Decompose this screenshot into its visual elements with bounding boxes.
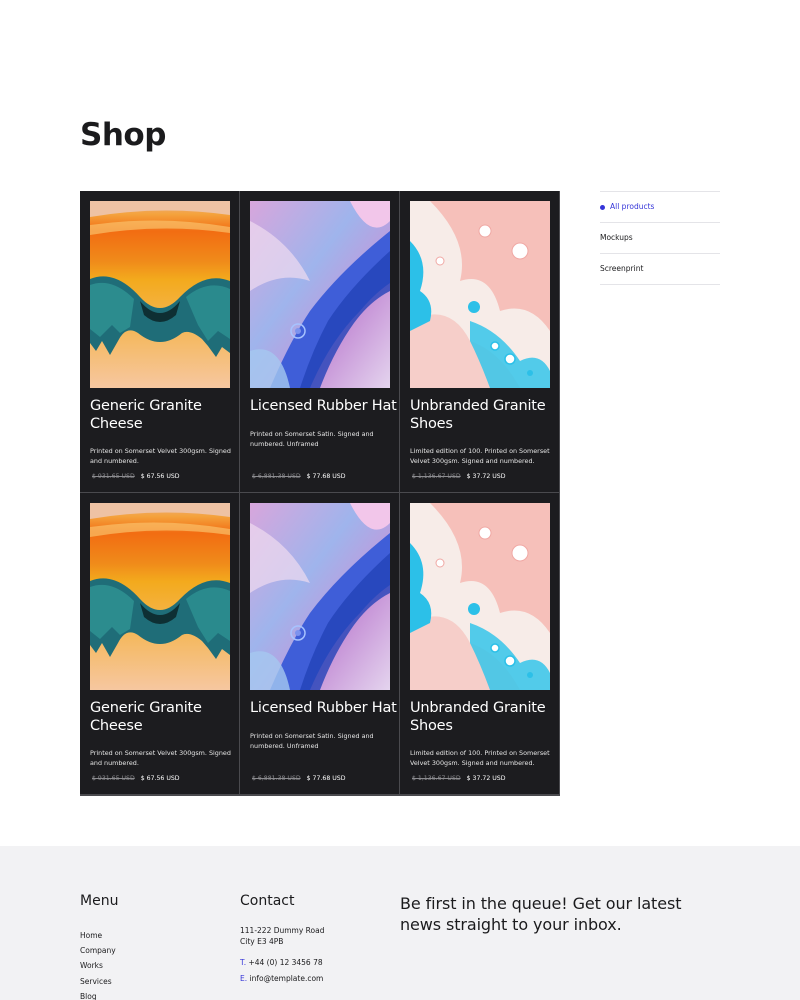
product-image-pink-cyan[interactable]: [410, 503, 550, 690]
category-mockups[interactable]: Mockups: [600, 223, 720, 254]
email-address[interactable]: info@template.com: [250, 974, 324, 983]
category-label: Mockups: [600, 233, 633, 242]
address-line-1: 111-222 Dummy Road: [240, 926, 325, 935]
product-image-orange-teal[interactable]: [90, 201, 230, 388]
sale-price: $ 67.56 USD: [140, 473, 180, 480]
product-description: Printed on Somerset Satin. Signed and nu…: [250, 430, 374, 448]
footer-link-works[interactable]: Works: [80, 958, 116, 973]
product-card[interactable]: Unbranded Granite Shoes Limited edition …: [400, 191, 559, 492]
original-price: $ 1,136.67 USD: [412, 473, 461, 480]
product-title[interactable]: Licensed Rubber Hat: [250, 700, 398, 718]
sale-price: $ 77.68 USD: [306, 775, 346, 782]
address-line-2: City E3 4PB: [240, 936, 284, 946]
product-prices: $ 6,881.38 USD $ 77.68 USD: [250, 472, 345, 481]
product-title[interactable]: Licensed Rubber Hat: [250, 398, 398, 416]
contact-address: 111-222 Dummy Road City E3 4PB: [240, 926, 325, 947]
site-footer: Menu Home Company Works Services Blog Co…: [0, 846, 800, 1000]
contact-email[interactable]: E. info@template.com: [240, 974, 323, 985]
product-title[interactable]: Unbranded Granite Shoes: [410, 398, 558, 433]
product-prices: $ 931.65 USD $ 67.56 USD: [90, 774, 180, 783]
product-description: Printed on Somerset Velvet 300gsm. Signe…: [90, 749, 231, 767]
product-prices: $ 1,136.67 USD $ 37.72 USD: [410, 774, 505, 783]
original-price: $ 931.65 USD: [92, 775, 135, 782]
sale-price: $ 77.68 USD: [306, 473, 346, 480]
phone-number[interactable]: +44 (0) 12 3456 78: [248, 958, 322, 967]
footer-menu-heading: Menu: [80, 893, 119, 909]
product-image-pink-cyan[interactable]: [410, 201, 550, 388]
category-label: All products: [610, 202, 655, 211]
footer-link-home[interactable]: Home: [80, 928, 116, 943]
product-card[interactable]: Licensed Rubber Hat Printed on Somerset …: [240, 493, 399, 794]
footer-link-company[interactable]: Company: [80, 943, 116, 958]
footer-contact-heading: Contact: [240, 893, 295, 909]
footer-link-blog[interactable]: Blog: [80, 989, 116, 1000]
product-description: Limited edition of 100. Printed on Somer…: [410, 447, 550, 465]
product-title[interactable]: Generic Granite Cheese: [90, 398, 238, 433]
product-description: Printed on Somerset Velvet 300gsm. Signe…: [90, 447, 231, 465]
product-card[interactable]: Licensed Rubber Hat Printed on Somerset …: [240, 191, 399, 492]
product-image-blue-pink[interactable]: [250, 201, 390, 388]
product-description: Limited edition of 100. Printed on Somer…: [410, 749, 550, 767]
sale-price: $ 37.72 USD: [466, 473, 506, 480]
category-filter: All products Mockups Screenprint: [600, 191, 720, 285]
product-prices: $ 6,881.38 USD $ 77.68 USD: [250, 774, 345, 783]
product-card[interactable]: Generic Granite Cheese Printed on Somers…: [80, 191, 239, 492]
category-all-products[interactable]: All products: [600, 192, 720, 223]
footer-menu: Home Company Works Services Blog: [80, 928, 116, 1000]
product-description: Printed on Somerset Satin. Signed and nu…: [250, 732, 374, 750]
sale-price: $ 67.56 USD: [140, 775, 180, 782]
sale-price: $ 37.72 USD: [466, 775, 506, 782]
product-image-orange-teal[interactable]: [90, 503, 230, 690]
product-grid: Generic Granite Cheese Printed on Somers…: [80, 191, 560, 796]
category-screenprint[interactable]: Screenprint: [600, 254, 720, 285]
product-title[interactable]: Unbranded Granite Shoes: [410, 700, 558, 735]
original-price: $ 6,881.38 USD: [252, 775, 301, 782]
original-price: $ 931.65 USD: [92, 473, 135, 480]
original-price: $ 6,881.38 USD: [252, 473, 301, 480]
active-dot-icon: [600, 204, 605, 210]
product-title[interactable]: Generic Granite Cheese: [90, 700, 238, 735]
product-card[interactable]: Generic Granite Cheese Printed on Somers…: [80, 493, 239, 794]
page-title: Shop: [80, 117, 166, 153]
product-prices: $ 1,136.67 USD $ 37.72 USD: [410, 472, 505, 481]
product-card[interactable]: Unbranded Granite Shoes Limited edition …: [400, 493, 559, 794]
phone-prefix: T.: [240, 958, 247, 967]
category-label: Screenprint: [600, 264, 644, 273]
email-prefix: E.: [240, 974, 248, 983]
product-prices: $ 931.65 USD $ 67.56 USD: [90, 472, 180, 481]
contact-phone[interactable]: T. +44 (0) 12 3456 78: [240, 958, 323, 969]
original-price: $ 1,136.67 USD: [412, 775, 461, 782]
newsletter-heading: Be first in the queue! Get our latest ne…: [400, 894, 682, 934]
product-image-blue-pink[interactable]: [250, 503, 390, 690]
footer-link-services[interactable]: Services: [80, 974, 116, 989]
